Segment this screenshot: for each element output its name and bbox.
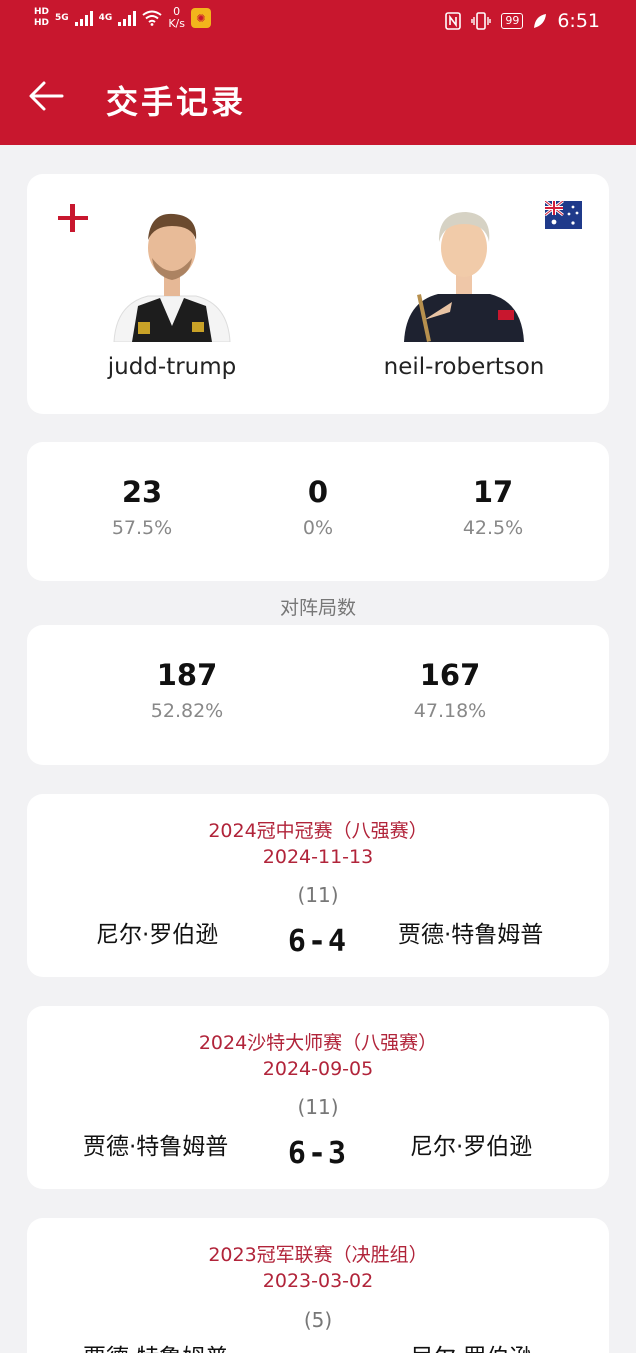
- frames-right-value: 167: [419, 658, 481, 692]
- match-date: 2024-09-05: [262, 1058, 374, 1080]
- frames-right-pct: 47.18%: [413, 700, 487, 722]
- nfc-icon: [445, 12, 462, 30]
- match-best-of: (11): [297, 1095, 339, 1119]
- signal-icon: [74, 10, 93, 26]
- match-event: 2023冠军联赛（决胜组）: [208, 1244, 428, 1266]
- match-card[interactable]: 2024沙特大师赛（八强赛） 2024-09-05 (11) 贾德·特鲁姆普 6…: [27, 1006, 609, 1189]
- stat-right-pct: 42.5%: [462, 517, 524, 539]
- battery-icon: 99: [501, 13, 524, 29]
- match-card[interactable]: 2024冠中冠赛（八强赛） 2024-11-13 (11) 尼尔·罗伯逊 6-4…: [27, 794, 609, 977]
- stat-right-value: 17: [472, 475, 514, 509]
- match-event: 2024冠中冠赛（八强赛）: [208, 820, 428, 842]
- status-bar: HD HD 5G 4G 0 K/s ✺ 99 6:51: [0, 0, 636, 44]
- network-5g-label: 5G: [55, 12, 69, 23]
- stat-right-wins: 17 42.5%: [413, 475, 573, 539]
- match-best-of: (5): [303, 1308, 333, 1332]
- frames-right: 167 47.18%: [370, 658, 530, 722]
- clock: 6:51: [557, 10, 600, 32]
- player-right[interactable]: neil-robertson: [364, 202, 564, 380]
- h2h-record-card: 23 57.5% 0 0% 17 42.5%: [27, 442, 609, 581]
- match-right-player: 贾德·特鲁姆普: [398, 922, 544, 948]
- network-4g-label: 4G: [98, 12, 113, 23]
- frames-left-value: 187: [156, 658, 218, 692]
- page-title: 交手记录: [106, 83, 247, 121]
- stat-draw-pct: 0%: [302, 517, 334, 539]
- network-speed: 0 K/s: [168, 5, 185, 30]
- frames-left-pct: 52.82%: [150, 700, 224, 722]
- player-photo-neil-robertson: [404, 212, 524, 342]
- match-date: 2023-03-02: [262, 1270, 374, 1292]
- leaf-icon: [534, 14, 547, 28]
- signal-icon-2: [118, 10, 137, 26]
- stat-left-value: 23: [121, 475, 163, 509]
- player-left[interactable]: judd-trump: [72, 202, 272, 380]
- back-arrow-icon[interactable]: [26, 76, 66, 116]
- match-right-player: 尼尔·罗伯逊: [410, 1134, 533, 1160]
- frames-card: 187 52.82% 167 47.18%: [27, 625, 609, 765]
- hd-indicator: HD HD: [34, 7, 50, 28]
- player-name-right: neil-robertson: [383, 354, 545, 380]
- stat-left-pct: 57.5%: [111, 517, 173, 539]
- wifi-icon: [142, 10, 162, 26]
- match-event: 2024沙特大师赛（八强赛）: [198, 1032, 438, 1054]
- match-date: 2024-11-13: [262, 846, 374, 868]
- player-name-left: judd-trump: [107, 354, 237, 380]
- stat-left-wins: 23 57.5%: [62, 475, 222, 539]
- frames-left: 187 52.82%: [107, 658, 267, 722]
- weibo-icon: ✺: [190, 8, 211, 28]
- match-right-player: 尼尔·罗伯逊: [410, 1338, 532, 1353]
- stat-draws: 0 0%: [238, 475, 398, 539]
- match-card[interactable]: 2023冠军联赛（决胜组） 2023-03-02 (5) 贾德·特鲁姆普 尼尔·…: [27, 1218, 609, 1353]
- vibrate-icon: [471, 12, 492, 30]
- frames-section-label: 对阵局数: [279, 597, 356, 619]
- match-best-of: (11): [297, 883, 339, 907]
- match-left-player: 贾德·特鲁姆普: [83, 1338, 228, 1353]
- player-photo-judd-trump: [113, 213, 231, 343]
- app-header: HD HD 5G 4G 0 K/s ✺ 99 6:51 交手记录: [0, 0, 636, 145]
- stat-draw-value: 0: [307, 475, 329, 509]
- players-card: judd-trump neil-robertson: [27, 174, 609, 414]
